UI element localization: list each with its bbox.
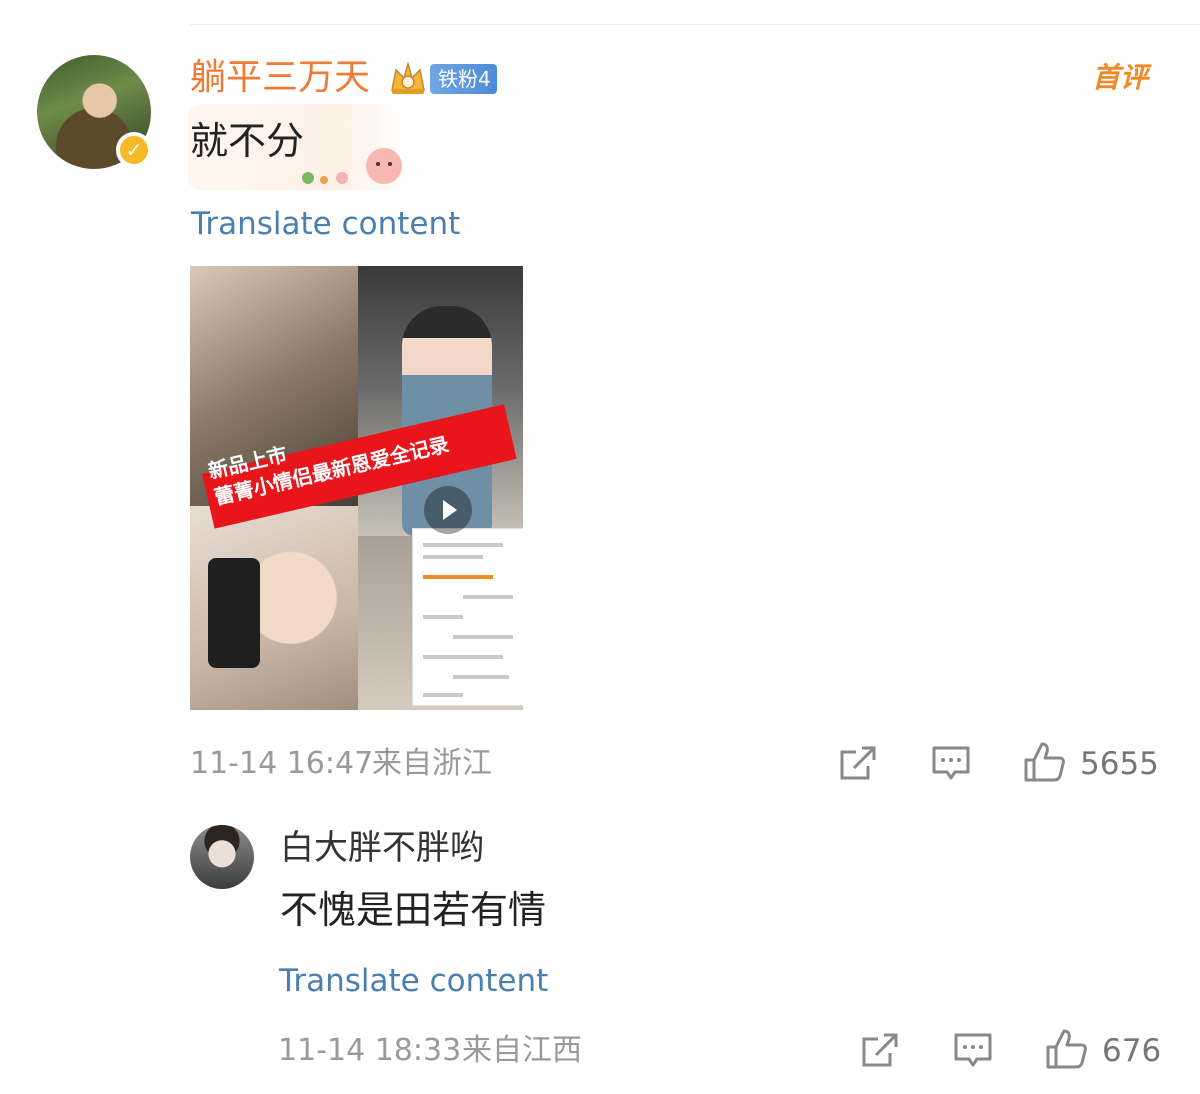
fan-badge[interactable]: 铁粉4 xyxy=(430,64,497,94)
top-divider xyxy=(190,24,1200,25)
play-icon[interactable] xyxy=(424,486,472,534)
comment-text: 就不分 xyxy=(190,119,305,163)
video-thumbnail[interactable]: 新品上市 蕾菁小情侣最新恩爱全记录 xyxy=(190,266,523,710)
verified-icon: ✓ xyxy=(116,132,152,168)
like-count: 5655 xyxy=(1080,746,1159,782)
reply-location: 来自江西 xyxy=(462,1033,582,1068)
share-icon[interactable] xyxy=(838,744,878,784)
media-phone xyxy=(208,558,260,668)
reply-timestamp: 11-14 18:33 xyxy=(278,1033,462,1068)
reply-text: 不愧是田若有情 xyxy=(280,888,547,932)
first-comment-tag: 首评 xyxy=(1092,61,1149,94)
chat-screenshot xyxy=(412,528,523,706)
like-icon[interactable] xyxy=(1044,1027,1088,1071)
translate-link[interactable]: Translate content xyxy=(191,204,460,244)
crown-icon xyxy=(391,61,425,94)
reply-translate-link[interactable]: Translate content xyxy=(279,961,548,1001)
reply-avatar[interactable] xyxy=(190,825,254,889)
username[interactable]: 躺平三万天 xyxy=(190,56,370,100)
bubble-decoration-icon xyxy=(302,148,402,184)
location: 来自浙江 xyxy=(372,746,492,781)
like-icon[interactable] xyxy=(1022,740,1066,784)
reply-username[interactable]: 白大胖不胖哟 xyxy=(280,826,484,870)
timestamp: 11-14 16:47 xyxy=(190,746,374,781)
share-icon[interactable] xyxy=(860,1031,900,1071)
comment-icon[interactable] xyxy=(931,744,971,784)
like-count: 676 xyxy=(1102,1033,1162,1069)
comment-icon[interactable] xyxy=(953,1031,993,1071)
